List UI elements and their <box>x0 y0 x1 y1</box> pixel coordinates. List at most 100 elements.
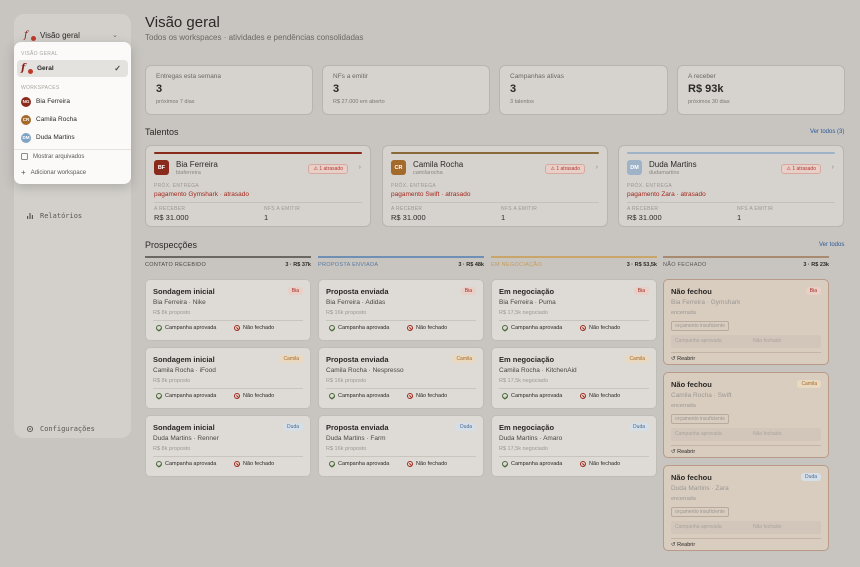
add-workspace-button[interactable]: + Adicionar workspace <box>17 164 128 181</box>
view-all-prospects-link[interactable]: Ver todos <box>819 242 844 248</box>
not-closed-button[interactable]: Não fechado <box>234 325 274 331</box>
prospect-stage: Proposta enviada <box>326 287 389 296</box>
stat-value: 3 <box>510 83 517 95</box>
nf-label: NFS A EMITIR <box>737 206 774 212</box>
talent-tag: Bia <box>633 287 649 295</box>
not-closed-button[interactable]: Não fechado <box>407 461 447 467</box>
action-label: Campanha aprovada <box>338 325 390 331</box>
not-closed-button[interactable]: Não fechado <box>580 461 620 467</box>
receivable-value: R$ 31.000 <box>154 213 189 222</box>
sidebar-item-settings[interactable]: Configurações <box>26 425 95 433</box>
not-closed-button[interactable]: Não fechado <box>407 325 447 331</box>
avatar: DM <box>21 132 31 143</box>
action-label: Não fechado <box>243 325 275 331</box>
x-circle-icon <box>407 461 413 467</box>
pipeline-column-header: NÃO FECHADO 3 · R$ 23k <box>663 256 829 272</box>
reopen-button[interactable]: ↺ Reabrir <box>671 449 695 455</box>
next-delivery-label: PRÓX. ENTREGA <box>391 183 437 189</box>
prospect-value: R$ 17,5k negociado <box>499 446 548 452</box>
approve-campaign-button[interactable]: Campanha aprovada <box>329 461 389 467</box>
pipeline-column-header: CONTATO RECEBIDO 3 · R$ 37k <box>145 256 311 272</box>
talent-tag: Duda <box>283 423 303 431</box>
prospect-card[interactable]: Sondagem inicial Camila Camila Rocha · iFo… <box>145 347 311 409</box>
talent-card[interactable]: DM Duda Martins dudamartins ⚠ 1 atrasado › PR… <box>618 145 844 227</box>
not-closed-button[interactable]: Não fechado <box>234 393 274 399</box>
sidebar-item-reports[interactable]: Relatórios <box>26 212 82 220</box>
prospect-card[interactable]: Proposta enviada Camila Camila Rocha · Nes… <box>318 347 484 409</box>
prospect-card[interactable]: Proposta enviada Duda Duda Martins · Farm R… <box>318 415 484 477</box>
approve-campaign-button[interactable]: Campanha aprovada <box>329 325 389 331</box>
approve-campaign-button[interactable]: Campanha aprovada <box>156 461 216 467</box>
loss-reason-tag: orçamento insuficiente <box>671 414 730 424</box>
chevron-right-icon[interactable]: › <box>359 164 361 171</box>
prospect-card[interactable]: Em negociação Camila Camila Rocha · Kitche… <box>491 347 657 409</box>
approve-campaign-button[interactable]: Campanha aprovada <box>502 325 562 331</box>
talent-card[interactable]: BF Bia Ferreira biaferreira ⚠ 1 atrasado › PR… <box>145 145 371 227</box>
approve-campaign-button[interactable]: Campanha aprovada <box>329 393 389 399</box>
nf-label: NFS A EMITIR <box>501 206 538 212</box>
reopen-button[interactable]: ↺ Reabrir <box>671 356 695 362</box>
chevron-down-icon[interactable]: ⌄ <box>112 31 118 39</box>
talent-tag: Camila <box>452 355 476 363</box>
prospect-person: Duda Martins · Zara <box>671 485 729 492</box>
prospect-card[interactable]: Sondagem inicial Bia Bia Ferreira · Nike R$… <box>145 279 311 341</box>
not-closed-button[interactable]: Não fechado <box>234 461 274 467</box>
prospect-status: encerrada <box>671 496 696 502</box>
receivable-label: A RECEBER <box>391 206 423 212</box>
gear-icon <box>26 425 34 433</box>
approve-campaign-button[interactable]: Campanha aprovada <box>502 461 562 467</box>
prospect-card[interactable]: Em negociação Duda Duda Martins · Amaro R$ … <box>491 415 657 477</box>
lost-prospect-card[interactable]: Não fechou Camila Camila Rocha · Swift ence… <box>663 372 829 458</box>
prospect-stage: Sondagem inicial <box>153 423 215 432</box>
receivable-value: R$ 31.000 <box>627 213 662 222</box>
prospect-card[interactable]: Em negociação Bia Bia Ferreira · Puma R$ 17… <box>491 279 657 341</box>
show-archived-toggle[interactable]: Mostrar arquivados <box>17 148 128 165</box>
action-label: Campanha aprovada <box>511 325 563 331</box>
chevron-right-icon[interactable]: › <box>832 164 834 171</box>
dropdown-item-workspace[interactable]: DM Duda Martins <box>17 129 128 146</box>
lost-prospect-card[interactable]: Não fechou Duda Duda Martins · Zara encerra… <box>663 465 829 551</box>
disabled-actions: Campanha aprovada Não fechado <box>671 335 821 348</box>
nf-value: 1 <box>501 213 506 222</box>
reopen-label: Reabrir <box>677 542 696 548</box>
approve-campaign-button[interactable]: Campanha aprovada <box>156 325 216 331</box>
workspace-switcher[interactable]: f Visão geral <box>24 30 80 41</box>
action-label: Campanha aprovada <box>338 393 390 399</box>
reopen-button[interactable]: ↺ Reabrir <box>671 542 695 548</box>
dropdown-item-workspace[interactable]: CR Camila Rocha <box>17 111 128 128</box>
approve-campaign-button[interactable]: Campanha aprovada <box>156 393 216 399</box>
avatar: NG <box>21 96 31 107</box>
chevron-right-icon[interactable]: › <box>596 164 598 171</box>
dropdown-item-workspace[interactable]: NG Bia Ferreira <box>17 93 128 110</box>
stat-card[interactable]: Campanhas ativas 3 3 talentos <box>499 65 668 115</box>
x-circle-icon <box>234 325 240 331</box>
action-label: Não fechado <box>589 393 621 399</box>
approve-campaign-button[interactable]: Campanha aprovada <box>502 393 562 399</box>
stat-card[interactable]: NFs a emitir 3 R$ 27.000 em aberto <box>322 65 490 115</box>
checkbox[interactable] <box>21 153 28 160</box>
stat-card[interactable]: A receber R$ 93k próximos 30 dias <box>677 65 845 115</box>
next-delivery-value: pagamento Zara · atrasado <box>627 191 706 198</box>
prospect-card[interactable]: Sondagem inicial Duda Duda Martins · Renne… <box>145 415 311 477</box>
talent-accent-bar <box>154 152 362 154</box>
badge-label: 1 atrasado <box>319 166 343 172</box>
dropdown-section-workspaces: WORKSPACES <box>21 85 60 91</box>
action-label: Não fechado <box>416 393 448 399</box>
not-closed-button[interactable]: Não fechado <box>580 325 620 331</box>
view-all-talents-link[interactable]: Ver todos (3) <box>810 129 844 135</box>
not-closed-button[interactable]: Não fechado <box>580 393 620 399</box>
badge-label: 1 atrasado <box>556 166 580 172</box>
lost-prospect-card[interactable]: Não fechou Bia Bia Ferreira · Gymshark ence… <box>663 279 829 365</box>
prospect-card[interactable]: Proposta enviada Bia Bia Ferreira · Adidas… <box>318 279 484 341</box>
talent-name: Duda Martins <box>649 160 697 169</box>
not-closed-button[interactable]: Não fechado <box>407 393 447 399</box>
talent-card[interactable]: CR Camila Rocha camilarocha ⚠ 1 atrasado › PR… <box>382 145 608 227</box>
check-circle-icon <box>156 325 162 331</box>
column-label: NÃO FECHADO <box>663 262 707 268</box>
prospect-person: Camila Rocha · iFood <box>153 367 216 374</box>
action-label: Campanha aprovada <box>165 325 217 331</box>
prospect-status: encerrada <box>671 310 696 316</box>
dropdown-item-general[interactable]: f Geral ✓ <box>17 60 128 77</box>
column-count: 3 · R$ 23k <box>803 262 829 268</box>
stat-card[interactable]: Entregas esta semana 3 próximos 7 dias <box>145 65 313 115</box>
